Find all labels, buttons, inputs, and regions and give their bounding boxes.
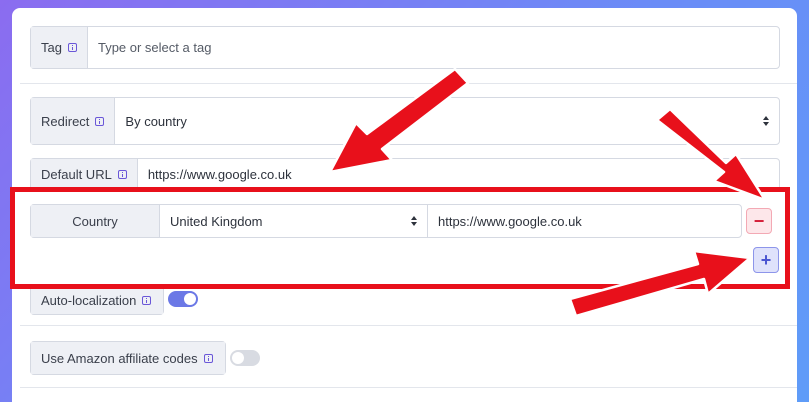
default-url-input[interactable]: https://www.google.co.uk — [138, 159, 779, 190]
info-icon[interactable] — [203, 353, 213, 363]
default-url-label-addon: Default URL — [31, 159, 138, 190]
auto-localization-toggle[interactable] — [168, 291, 198, 307]
auto-localization-label: Auto-localization — [41, 292, 137, 308]
amazon-affiliate-toggle[interactable] — [230, 350, 260, 366]
divider — [20, 387, 797, 388]
info-icon[interactable] — [142, 295, 152, 305]
redirect-field-group: Redirect By country — [30, 97, 780, 145]
tag-label-addon: Tag — [31, 27, 88, 68]
redirect-label-addon: Redirect — [31, 98, 116, 144]
country-rule-group: Country United Kingdom https://www.googl… — [30, 204, 742, 238]
redirect-select[interactable]: By country — [115, 98, 779, 144]
settings-card: Tag Type or select a tag Redirect By cou… — [12, 8, 797, 402]
add-rule-button[interactable]: + — [753, 247, 779, 273]
tag-input[interactable]: Type or select a tag — [88, 27, 779, 68]
toggle-knob — [232, 352, 244, 364]
select-arrows-icon — [411, 216, 417, 226]
divider — [20, 325, 797, 326]
country-label: Country — [72, 213, 118, 229]
auto-localization-label-addon: Auto-localization — [31, 286, 163, 314]
info-icon[interactable] — [67, 43, 77, 52]
tag-label: Tag — [41, 40, 62, 55]
info-icon[interactable] — [95, 116, 105, 126]
amazon-label: Use Amazon affiliate codes — [41, 350, 198, 366]
tag-field-group: Tag Type or select a tag — [30, 26, 780, 69]
country-select[interactable]: United Kingdom — [160, 205, 428, 237]
amazon-label-addon: Use Amazon affiliate codes — [31, 342, 225, 374]
redirect-label: Redirect — [41, 113, 90, 129]
auto-localization-group: Auto-localization — [30, 285, 164, 315]
amazon-affiliate-group: Use Amazon affiliate codes — [30, 341, 226, 375]
info-icon[interactable] — [117, 170, 127, 179]
default-url-label: Default URL — [41, 167, 112, 182]
country-select-value: United Kingdom — [170, 213, 263, 229]
country-label-addon: Country — [31, 205, 160, 237]
divider — [20, 83, 797, 84]
toggle-knob — [184, 293, 196, 305]
remove-rule-button[interactable]: − — [746, 208, 772, 234]
redirect-select-value: By country — [125, 113, 187, 129]
select-arrows-icon — [763, 116, 769, 126]
country-url-input[interactable]: https://www.google.co.uk — [428, 205, 741, 237]
default-url-field-group: Default URL https://www.google.co.uk — [30, 158, 780, 191]
